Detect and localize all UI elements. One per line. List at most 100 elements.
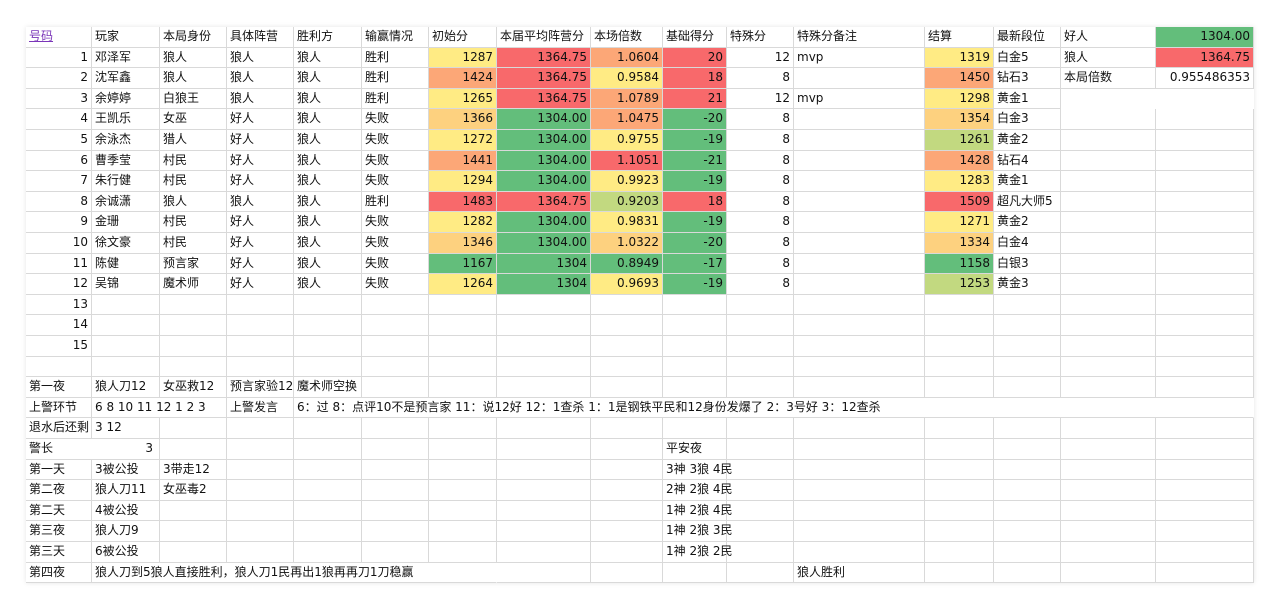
cell[interactable]	[994, 356, 1061, 378]
cell[interactable]	[794, 377, 925, 398]
cell[interactable]	[497, 336, 591, 357]
settlement-score[interactable]: 1158	[925, 253, 994, 275]
cell[interactable]	[1156, 480, 1254, 501]
initial-score[interactable]: 1265	[429, 88, 497, 110]
winner-side[interactable]: 狼人	[294, 274, 362, 295]
cell[interactable]	[591, 377, 663, 398]
cell[interactable]	[663, 315, 727, 336]
player-role[interactable]: 狼人	[160, 68, 227, 89]
cell[interactable]	[362, 500, 429, 522]
match-result[interactable]: 失败	[362, 274, 429, 295]
camp-average-score[interactable]: 1304.00	[497, 150, 591, 172]
match-result[interactable]: 失败	[362, 253, 429, 275]
cell[interactable]	[1156, 500, 1254, 522]
phase-label[interactable]: 第四夜	[26, 562, 92, 583]
cell[interactable]	[994, 377, 1061, 398]
base-score[interactable]: -19	[663, 171, 727, 192]
final-night-note[interactable]: 狼人刀到5狼人直接胜利，狼人刀1民再出1狼再再刀1刀稳赢	[92, 563, 497, 583]
cell[interactable]	[1061, 191, 1156, 213]
cell[interactable]	[663, 294, 727, 316]
cell[interactable]	[1061, 500, 1156, 522]
cell[interactable]	[294, 418, 362, 439]
match-multiplier[interactable]: 0.8949	[591, 253, 663, 275]
column-header[interactable]: 基础得分	[663, 27, 727, 48]
winner-side[interactable]: 狼人	[294, 130, 362, 151]
cell[interactable]	[1061, 439, 1156, 460]
settlement-score[interactable]: 1271	[925, 212, 994, 233]
cell[interactable]	[429, 336, 497, 357]
header-number-link[interactable]: 号码	[26, 27, 92, 48]
phase-action[interactable]: 狼人刀9	[92, 521, 160, 542]
match-multiplier[interactable]: 1.0322	[591, 233, 663, 254]
cell[interactable]	[362, 418, 429, 439]
cell[interactable]	[591, 459, 663, 481]
match-result[interactable]: 胜利	[362, 88, 429, 110]
base-score[interactable]: -20	[663, 233, 727, 254]
special-note[interactable]	[794, 212, 925, 233]
camp-average-score[interactable]: 1304	[497, 274, 591, 295]
cell[interactable]	[1061, 480, 1156, 501]
match-multiplier[interactable]: 1.1051	[591, 150, 663, 172]
spreadsheet-grid[interactable]: 号码 玩家 本局身份 具体阵营 胜利方 输赢情况 初始分 本届平均阵营分 本场倍数 基础得分 特殊分…	[26, 27, 1254, 583]
cell[interactable]	[429, 521, 497, 542]
cell[interactable]	[727, 315, 794, 336]
phase-action[interactable]: 4被公投	[92, 500, 160, 522]
cell[interactable]	[497, 459, 591, 481]
cell[interactable]	[160, 294, 227, 316]
match-multiplier[interactable]: 1.0604	[591, 47, 663, 69]
cell[interactable]	[294, 480, 362, 501]
cell[interactable]	[429, 377, 497, 398]
player-role[interactable]: 狼人	[160, 191, 227, 213]
speech-label[interactable]: 上警发言	[227, 397, 294, 419]
special-note[interactable]	[794, 130, 925, 151]
player-camp[interactable]: 好人	[227, 109, 294, 130]
phase-label[interactable]: 第二夜	[26, 480, 92, 501]
cell[interactable]	[362, 315, 429, 336]
cell[interactable]	[591, 294, 663, 316]
latest-rank[interactable]: 黄金3	[994, 274, 1061, 295]
cell[interactable]	[663, 418, 727, 439]
player-number[interactable]: 11	[26, 253, 92, 275]
cell[interactable]	[794, 418, 925, 439]
player-camp[interactable]: 好人	[227, 171, 294, 192]
cell[interactable]	[727, 459, 794, 481]
match-multiplier[interactable]: 0.9755	[591, 130, 663, 151]
player-role[interactable]: 预言家	[160, 253, 227, 275]
latest-rank[interactable]: 白银3	[994, 253, 1061, 275]
player-role[interactable]: 女巫	[160, 109, 227, 130]
base-score[interactable]: -21	[663, 150, 727, 172]
player-number[interactable]: 9	[26, 212, 92, 233]
cell[interactable]	[591, 500, 663, 522]
cell[interactable]	[1061, 336, 1156, 357]
camp-average-score[interactable]: 1304	[497, 253, 591, 275]
cell[interactable]	[591, 439, 663, 460]
special-note[interactable]	[794, 274, 925, 295]
cell[interactable]	[925, 294, 994, 316]
special-score[interactable]: 12	[727, 88, 794, 110]
column-header[interactable]: 玩家	[92, 27, 160, 48]
player-name[interactable]: 曹季莹	[92, 150, 160, 172]
winner-side[interactable]: 狼人	[294, 253, 362, 275]
cell[interactable]	[1061, 233, 1156, 254]
player-role[interactable]: 猎人	[160, 130, 227, 151]
cell[interactable]	[591, 542, 663, 563]
camp-average-score[interactable]: 1364.75	[497, 68, 591, 89]
cell[interactable]	[1156, 521, 1254, 542]
column-header[interactable]: 特殊分	[727, 27, 794, 48]
cell[interactable]	[591, 480, 663, 501]
cell[interactable]	[1061, 171, 1156, 192]
cell[interactable]	[497, 294, 591, 316]
player-role[interactable]: 村民	[160, 150, 227, 172]
cell[interactable]	[227, 480, 294, 501]
cell[interactable]	[1061, 294, 1156, 316]
cell[interactable]	[497, 418, 591, 439]
cell[interactable]	[294, 500, 362, 522]
cell[interactable]	[294, 439, 362, 460]
base-score[interactable]: 21	[663, 88, 727, 110]
special-note[interactable]	[794, 233, 925, 254]
phase-label[interactable]: 上警环节	[26, 397, 92, 419]
player-role[interactable]: 村民	[160, 212, 227, 233]
cell[interactable]	[1061, 150, 1156, 172]
cell[interactable]	[727, 439, 794, 460]
cell[interactable]	[294, 521, 362, 542]
